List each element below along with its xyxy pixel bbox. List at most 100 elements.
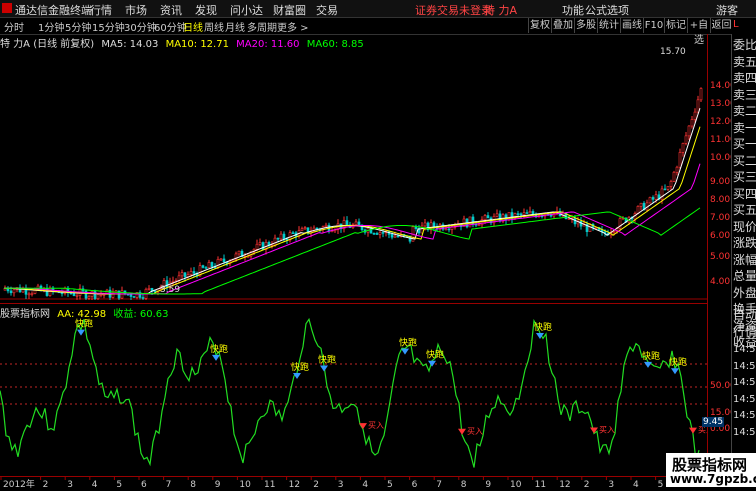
- adjust-button[interactable]: 复权: [528, 18, 551, 33]
- period-60min[interactable]: 60分钟: [154, 19, 187, 34]
- y-label: 9.00: [710, 177, 731, 187]
- period-monthly[interactable]: 月线: [225, 19, 245, 34]
- candle-body: [147, 288, 151, 290]
- side-label: 卖二: [733, 104, 756, 118]
- candle-body: [132, 296, 136, 298]
- side-label: 卖一: [733, 120, 756, 135]
- candle-body: [102, 293, 106, 296]
- candle-body: [567, 218, 571, 220]
- menu-trade[interactable]: 交易: [316, 2, 338, 18]
- candle-body: [519, 213, 523, 216]
- menu-ask[interactable]: 问小达: [230, 2, 263, 18]
- side-label: 买四: [733, 186, 756, 201]
- menu-options[interactable]: 选项: [607, 2, 629, 18]
- side-label: 现价: [733, 219, 756, 234]
- side-label: 14:50: [733, 393, 756, 405]
- menu-market[interactable]: 市场: [125, 2, 147, 18]
- candle-body: [678, 152, 682, 168]
- sell-diamond-icon: [428, 360, 436, 367]
- side-label: 卖四: [733, 71, 756, 85]
- menu-news[interactable]: 资讯: [160, 2, 182, 18]
- candle-body: [303, 227, 307, 230]
- candle-body: [696, 99, 700, 113]
- buy-diamond-icon: [689, 427, 697, 434]
- ma-line: [4, 207, 701, 295]
- candle-body: [60, 292, 64, 295]
- candle-body: [522, 212, 526, 216]
- multi-stock-button[interactable]: 多股: [574, 18, 597, 33]
- buy-signal-label: 买入: [368, 421, 384, 430]
- period-multi[interactable]: 多周期: [247, 19, 277, 34]
- side-label: 买三: [733, 170, 756, 184]
- candle-body: [207, 262, 211, 269]
- period-30min[interactable]: 30分钟: [124, 19, 157, 34]
- buy-diamond-icon: [359, 423, 367, 430]
- price-axis: 14.00 13.00 12.00 11.00 10.00 9.00 8.00 …: [702, 34, 736, 476]
- candle-body: [378, 232, 382, 235]
- period-more[interactable]: 更多 >: [277, 19, 309, 34]
- menu-discover[interactable]: 发现: [195, 2, 217, 18]
- candle-body: [192, 271, 196, 274]
- menu-function[interactable]: 功能: [562, 2, 584, 18]
- menu-formula[interactable]: 公式: [585, 2, 607, 18]
- period-5min[interactable]: 5分钟: [65, 19, 91, 34]
- y-label: 5.00: [710, 252, 731, 262]
- indicator-name: 股票指标网: [0, 309, 50, 320]
- draw-button[interactable]: 画线: [620, 18, 643, 33]
- period-1min[interactable]: 1分钟: [38, 19, 64, 34]
- candle-body: [525, 212, 529, 214]
- stats-button[interactable]: 统计: [597, 18, 620, 33]
- candle-body: [639, 202, 643, 207]
- candle-body: [669, 181, 673, 187]
- ma-legend: 特 力A (日线 前复权) MA5: 14.03 MA10: 12.71 MA2…: [0, 35, 364, 50]
- stock-name: 特 力A: [484, 4, 518, 17]
- side-label: 14:50: [733, 377, 756, 388]
- candle-body: [654, 194, 658, 200]
- sell-signal-label: 快跑: [534, 321, 552, 333]
- candle-body: [354, 221, 358, 226]
- indicator-chart[interactable]: 快跑快跑快跑快跑买入快跑快跑买入快跑买入快跑快跑买入: [0, 303, 714, 476]
- period-15min[interactable]: 15分钟: [92, 19, 125, 34]
- candle-body: [357, 221, 361, 226]
- add-favorite-button[interactable]: +自选: [687, 18, 710, 46]
- side-label: 外盘: [733, 285, 756, 300]
- indicator-gain: 收益: 60.63: [113, 309, 169, 320]
- candle-body: [189, 271, 193, 275]
- watermark-url: www.7gpzb.com: [670, 472, 756, 486]
- candle-body: [282, 233, 286, 240]
- candle-body: [150, 288, 154, 291]
- period-timeshare[interactable]: 分时: [4, 19, 24, 34]
- current-indicator-value: 9.45: [702, 417, 725, 427]
- sell-diamond-icon: [320, 365, 328, 372]
- indicator-line: [0, 317, 700, 468]
- side-label: 14:50: [733, 426, 756, 438]
- candle-body: [96, 294, 100, 299]
- menu-quotes[interactable]: 行情: [90, 2, 112, 18]
- candle-body: [9, 290, 13, 294]
- trade-status[interactable]: 证券交易未登录: [415, 2, 492, 18]
- candle-body: [447, 228, 451, 231]
- mark-button[interactable]: 标记: [664, 18, 687, 33]
- candle-body: [666, 186, 670, 190]
- menu-wealth[interactable]: 财富圈: [273, 2, 306, 18]
- overlay-button[interactable]: 叠加: [551, 18, 574, 33]
- side-label: 总量: [733, 269, 756, 283]
- back-button[interactable]: 返回: [710, 18, 732, 33]
- kline-chart[interactable]: 15.70 3.59: [0, 47, 707, 304]
- app-title: 通达信金融终端: [15, 4, 92, 17]
- user-guest[interactable]: 游客: [716, 2, 738, 18]
- candle-body: [99, 294, 103, 296]
- candle-body: [261, 242, 265, 251]
- candle-body: [483, 215, 487, 221]
- f10-button[interactable]: F10: [643, 18, 664, 33]
- candle-body: [219, 258, 223, 261]
- candle-body: [12, 289, 16, 294]
- sell-diamond-icon: [77, 329, 85, 336]
- candle-body: [345, 220, 349, 226]
- candle-body: [87, 296, 91, 299]
- sell-diamond-icon: [671, 368, 679, 375]
- period-daily[interactable]: 日线: [183, 19, 203, 34]
- candle-body: [273, 237, 277, 246]
- period-weekly[interactable]: 周线: [204, 19, 224, 34]
- side-label: 14:50: [733, 344, 756, 355]
